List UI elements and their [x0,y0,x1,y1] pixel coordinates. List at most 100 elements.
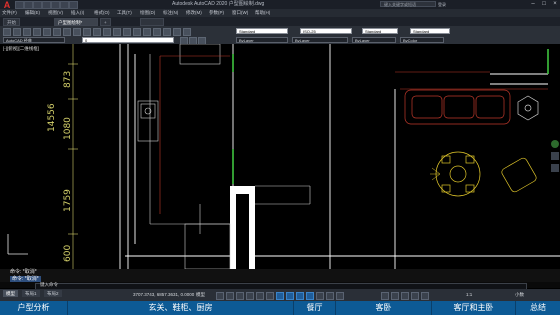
dim-label-600: 600 [63,245,73,262]
redo-icon[interactable] [69,1,78,9]
match-prop-icon[interactable] [73,28,81,36]
polar-icon[interactable] [246,292,254,300]
nav-item-guest-bedroom[interactable]: 客卧 [336,301,432,315]
dim-label-1759: 1759 [63,189,73,212]
maximize-icon[interactable]: □ [539,0,549,9]
menu-item-1[interactable]: 编辑(E) [25,9,40,17]
sheet-set-icon[interactable] [153,28,161,36]
plot-icon[interactable] [51,1,60,9]
menu-item-9[interactable]: 参数(P) [209,9,224,17]
workspace-icon[interactable] [336,292,344,300]
sign-in-link[interactable]: 登录 [438,0,446,9]
isodraft-icon[interactable] [256,292,264,300]
undo-icon[interactable] [60,1,69,9]
viewport-label[interactable]: [-][俯视][二维线框] [3,46,39,52]
zoom-icon[interactable] [551,164,559,172]
menu-item-0[interactable]: 文件(F) [2,9,17,17]
dim-label-873: 873 [63,71,73,88]
tab-add[interactable]: + [100,18,111,26]
grid-icon[interactable] [216,292,224,300]
layout-tab-1[interactable]: 布局1 [22,290,40,297]
clean-screen-icon[interactable] [411,292,419,300]
command-history [0,269,560,276]
design-center-icon[interactable] [133,28,141,36]
drawing-canvas[interactable]: 873 14556 1080 1759 600 [0,44,560,269]
ortho-icon[interactable] [236,292,244,300]
layer-select[interactable]: 0 [82,37,174,43]
cut-icon[interactable] [43,28,51,36]
multileader-style-select[interactable]: Standard [410,28,450,34]
coordinate-readout[interactable]: 3707.3743, 6857.3631, 0.0000 [133,289,194,301]
osnap-icon[interactable] [276,292,284,300]
annomonitor-icon[interactable] [381,292,389,300]
annotation-icon[interactable] [326,292,334,300]
lineweight-select[interactable]: ByLayer [352,37,396,43]
hardware-accel-icon[interactable] [401,292,409,300]
save-as-icon[interactable] [42,1,51,9]
calc-icon[interactable] [173,28,181,36]
menu-item-10[interactable]: 窗口(W) [232,9,248,17]
close-icon[interactable]: × [550,0,560,9]
markup-icon[interactable] [163,28,171,36]
save-icon[interactable] [33,1,42,9]
units-display[interactable]: 小数 [515,289,524,301]
minimize-icon[interactable]: – [528,0,538,9]
menu-item-6[interactable]: 绘图(D) [140,9,155,17]
new-icon[interactable] [3,28,11,36]
menu-item-8[interactable]: 修改(M) [186,9,202,17]
zoom-icon[interactable] [113,28,121,36]
table-style-select[interactable]: Standard [362,28,398,34]
open-icon[interactable] [13,28,21,36]
dyn-ucs-icon[interactable] [316,292,324,300]
dim-style-select[interactable]: ISO-25 [300,28,352,34]
title-bar [0,0,560,9]
linetype-select[interactable]: ByLayer [292,37,348,43]
menu-item-5[interactable]: 工具(T) [117,9,132,17]
nav-item-summary[interactable]: 总结 [516,301,560,315]
nav-item-dining-room[interactable]: 餐厅 [294,301,336,315]
menu-item-4[interactable]: 格式(O) [94,9,110,17]
redo-icon[interactable] [93,28,101,36]
layout-tab-model[interactable]: 模型 [3,290,18,297]
text-style-select[interactable]: Standard [236,28,288,34]
tab-drawing[interactable]: 户型图绘制* [54,18,98,26]
new-file-icon[interactable] [15,1,24,9]
transparency-icon[interactable] [296,292,304,300]
plotstyle-select[interactable]: ByColor [400,37,444,43]
isolate-icon[interactable] [391,292,399,300]
print-icon[interactable] [33,28,41,36]
menu-item-2[interactable]: 视图(V) [48,9,63,17]
tab-start[interactable]: 开始 [3,18,20,26]
annotation-scale[interactable]: 1:1 [466,289,472,301]
layout-tab-2[interactable]: 布局2 [44,290,62,297]
save-icon[interactable] [23,28,31,36]
copy-icon[interactable] [53,28,61,36]
nav-item-living-master[interactable]: 客厅和主卧 [432,301,516,315]
help-icon[interactable] [183,28,191,36]
lesson-navigation: 户型分析 玄关、鞋柜、厨房 餐厅 客卧 客厅和主卧 总结 [0,301,560,315]
nav-item-floorplan-analysis[interactable]: 户型分析 [0,301,68,315]
navigation-wheel-icon[interactable] [551,140,559,148]
pan-icon[interactable] [551,152,559,160]
paste-icon[interactable] [63,28,71,36]
undo-icon[interactable] [83,28,91,36]
selection-cycling-icon[interactable] [306,292,314,300]
color-select[interactable]: ByLayer [236,37,288,43]
open-file-icon[interactable] [24,1,33,9]
osnap-track-icon[interactable] [266,292,274,300]
pan-icon[interactable] [103,28,111,36]
menu-item-3[interactable]: 插入(I) [71,9,84,17]
properties-icon[interactable] [123,28,131,36]
tab-extra[interactable] [140,18,164,26]
menu-item-7[interactable]: 标注(N) [163,9,178,17]
model-space-toggle[interactable]: 模型 [196,289,205,301]
lineweight-icon[interactable] [286,292,294,300]
customize-icon[interactable] [421,292,429,300]
workspace-select[interactable]: AutoCAD 经典 [3,37,65,43]
search-input[interactable]: 键入关键字或短语 [380,1,436,7]
command-prompt: 键入命令 [40,282,58,287]
nav-item-entry-kitchen[interactable]: 玄关、鞋柜、厨房 [68,301,294,315]
menu-item-11[interactable]: 帮助(H) [255,9,270,17]
snap-icon[interactable] [226,292,234,300]
tool-palette-icon[interactable] [143,28,151,36]
